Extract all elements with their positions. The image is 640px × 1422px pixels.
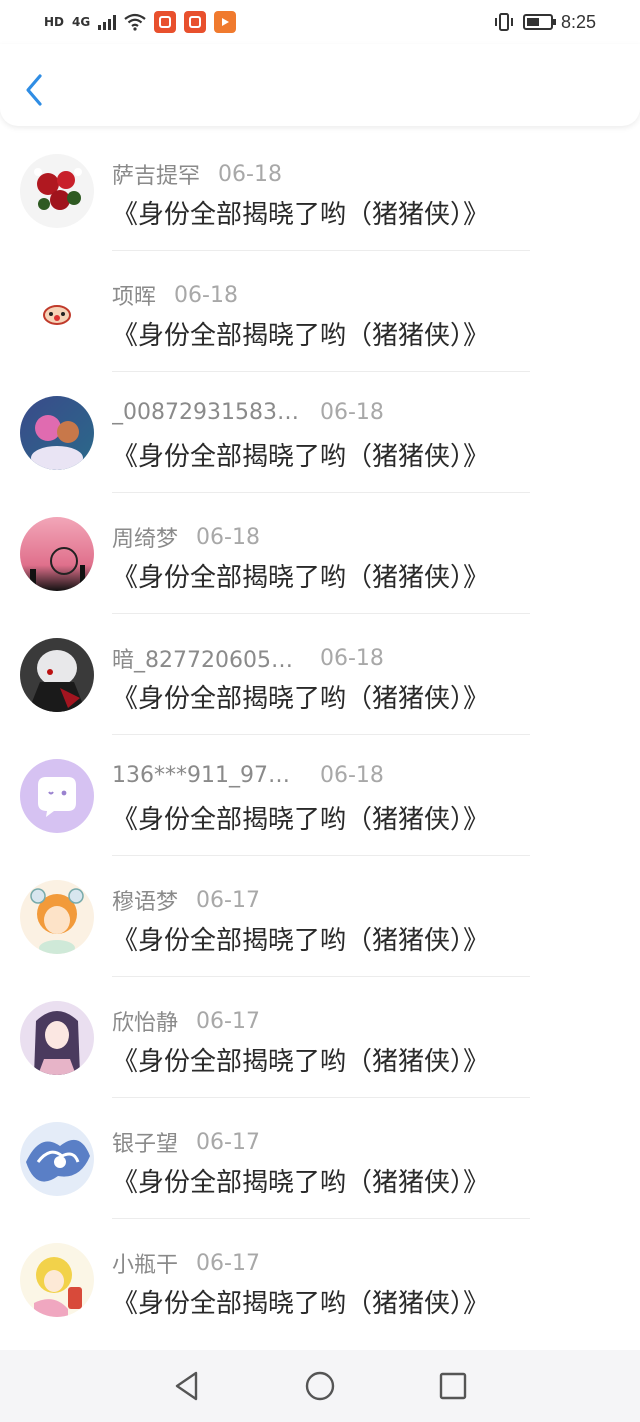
network-type: 4G xyxy=(72,15,91,29)
top-app-bar xyxy=(0,44,640,126)
message-meta: 萨吉提罕 06-18 xyxy=(112,158,282,190)
message-text: 《身份全部揭晓了哟（猪猪侠）》 xyxy=(112,1289,490,1319)
message-date: 06-17 xyxy=(196,1250,260,1276)
avatar[interactable] xyxy=(20,517,94,591)
system-nav-bar xyxy=(0,1350,640,1422)
message-meta: 项晖 06-18 xyxy=(112,279,238,311)
message-meta: 136***911_975... 06-18 xyxy=(112,763,384,788)
sender-name: 穆语梦 xyxy=(112,890,179,915)
message-date: 06-18 xyxy=(196,524,260,550)
chevron-left-icon xyxy=(26,74,42,106)
list-item[interactable]: 小瓶干 06-17 《身份全部揭晓了哟（猪猪侠）》 xyxy=(0,1219,640,1340)
message-text: 《身份全部揭晓了哟（猪猪侠）》 xyxy=(112,1168,490,1198)
avatar[interactable] xyxy=(20,396,94,470)
sender-name: 暗_8277206050... xyxy=(112,648,302,673)
message-meta: 周绮梦 06-18 xyxy=(112,521,260,553)
message-text: 《身份全部揭晓了哟（猪猪侠）》 xyxy=(112,926,490,956)
triangle-back-icon xyxy=(175,1371,197,1401)
list-item[interactable]: 穆语梦 06-17 《身份全部揭晓了哟（猪猪侠）》 xyxy=(0,856,640,977)
message-date: 06-18 xyxy=(218,161,282,187)
back-button[interactable] xyxy=(18,70,50,110)
list-item[interactable]: 萨吉提罕 06-18 《身份全部揭晓了哟（猪猪侠）》 xyxy=(0,130,640,251)
app-badge-1-icon xyxy=(154,11,177,33)
battery-level xyxy=(526,18,539,26)
avatar[interactable] xyxy=(20,1001,94,1075)
message-text: 《身份全部揭晓了哟（猪猪侠）》 xyxy=(112,442,490,472)
status-right: 8:25 xyxy=(493,12,596,33)
message-text: 《身份全部揭晓了哟（猪猪侠）》 xyxy=(112,321,490,351)
list-item[interactable]: 暗_8277206050... 06-18 《身份全部揭晓了哟（猪猪侠）》 xyxy=(0,614,640,735)
signal-icon xyxy=(98,14,117,30)
message-list: 萨吉提罕 06-18 《身份全部揭晓了哟（猪猪侠）》 项晖 06-18 《身份全… xyxy=(0,130,640,1340)
message-date: 06-18 xyxy=(320,645,384,671)
message-text: 《身份全部揭晓了哟（猪猪侠）》 xyxy=(112,563,490,593)
list-item[interactable]: 周绮梦 06-18 《身份全部揭晓了哟（猪猪侠）》 xyxy=(0,493,640,614)
message-date: 06-18 xyxy=(174,282,238,308)
vibrate-icon xyxy=(494,13,513,31)
sender-name: _008729315836... xyxy=(112,400,302,425)
message-text: 《身份全部揭晓了哟（猪猪侠）》 xyxy=(112,1047,490,1077)
circle-home-icon xyxy=(305,1371,335,1401)
list-item[interactable]: 欣怡静 06-17 《身份全部揭晓了哟（猪猪侠）》 xyxy=(0,977,640,1098)
sender-name: 欣怡静 xyxy=(112,1011,179,1036)
nav-back-button[interactable] xyxy=(165,1364,209,1408)
wifi-icon xyxy=(124,13,146,31)
status-left: HD 4G xyxy=(44,11,237,33)
status-bar: HD 4G 8:25 xyxy=(0,0,640,44)
avatar[interactable] xyxy=(20,154,94,228)
message-date: 06-18 xyxy=(320,400,384,425)
sender-name: 萨吉提罕 xyxy=(112,164,201,189)
sender-name: 项晖 xyxy=(112,285,157,310)
message-text: 《身份全部揭晓了哟（猪猪侠）》 xyxy=(112,200,490,230)
sender-name: 136***911_975... xyxy=(112,763,302,788)
battery-icon xyxy=(522,14,556,30)
sender-name: 小瓶干 xyxy=(112,1253,179,1278)
square-recents-icon xyxy=(440,1372,467,1400)
message-date: 06-18 xyxy=(320,763,384,788)
message-meta: 暗_8277206050... 06-18 xyxy=(112,642,384,674)
sender-name: 周绮梦 xyxy=(112,527,179,552)
hd-indicator: HD xyxy=(44,15,65,29)
message-meta: _008729315836... 06-18 xyxy=(112,400,384,425)
nav-recents-button[interactable] xyxy=(431,1364,475,1408)
list-item[interactable]: 项晖 06-18 《身份全部揭晓了哟（猪猪侠）》 xyxy=(0,251,640,372)
message-date: 06-17 xyxy=(196,1129,260,1155)
message-meta: 银子望 06-17 xyxy=(112,1126,260,1158)
avatar[interactable] xyxy=(20,275,94,349)
avatar[interactable] xyxy=(20,759,94,833)
avatar[interactable] xyxy=(20,1243,94,1317)
list-item[interactable]: 136***911_975... 06-18 《身份全部揭晓了哟（猪猪侠）》 xyxy=(0,735,640,856)
message-text: 《身份全部揭晓了哟（猪猪侠）》 xyxy=(112,684,490,714)
app-badge-2-icon xyxy=(184,11,207,33)
avatar[interactable] xyxy=(20,880,94,954)
message-date: 06-17 xyxy=(196,887,260,913)
message-text: 《身份全部揭晓了哟（猪猪侠）》 xyxy=(112,805,490,835)
avatar[interactable] xyxy=(20,638,94,712)
list-item[interactable]: 银子望 06-17 《身份全部揭晓了哟（猪猪侠）》 xyxy=(0,1098,640,1219)
avatar[interactable] xyxy=(20,1122,94,1196)
clock: 8:25 xyxy=(560,11,596,32)
video-app-badge-icon xyxy=(214,11,237,33)
message-date: 06-17 xyxy=(196,1008,260,1034)
message-meta: 穆语梦 06-17 xyxy=(112,884,260,916)
message-meta: 欣怡静 06-17 xyxy=(112,1005,260,1037)
message-meta: 小瓶干 06-17 xyxy=(112,1247,260,1279)
list-item[interactable]: _008729315836... 06-18 《身份全部揭晓了哟（猪猪侠）》 xyxy=(0,372,640,493)
nav-home-button[interactable] xyxy=(298,1364,342,1408)
sender-name: 银子望 xyxy=(112,1132,179,1157)
